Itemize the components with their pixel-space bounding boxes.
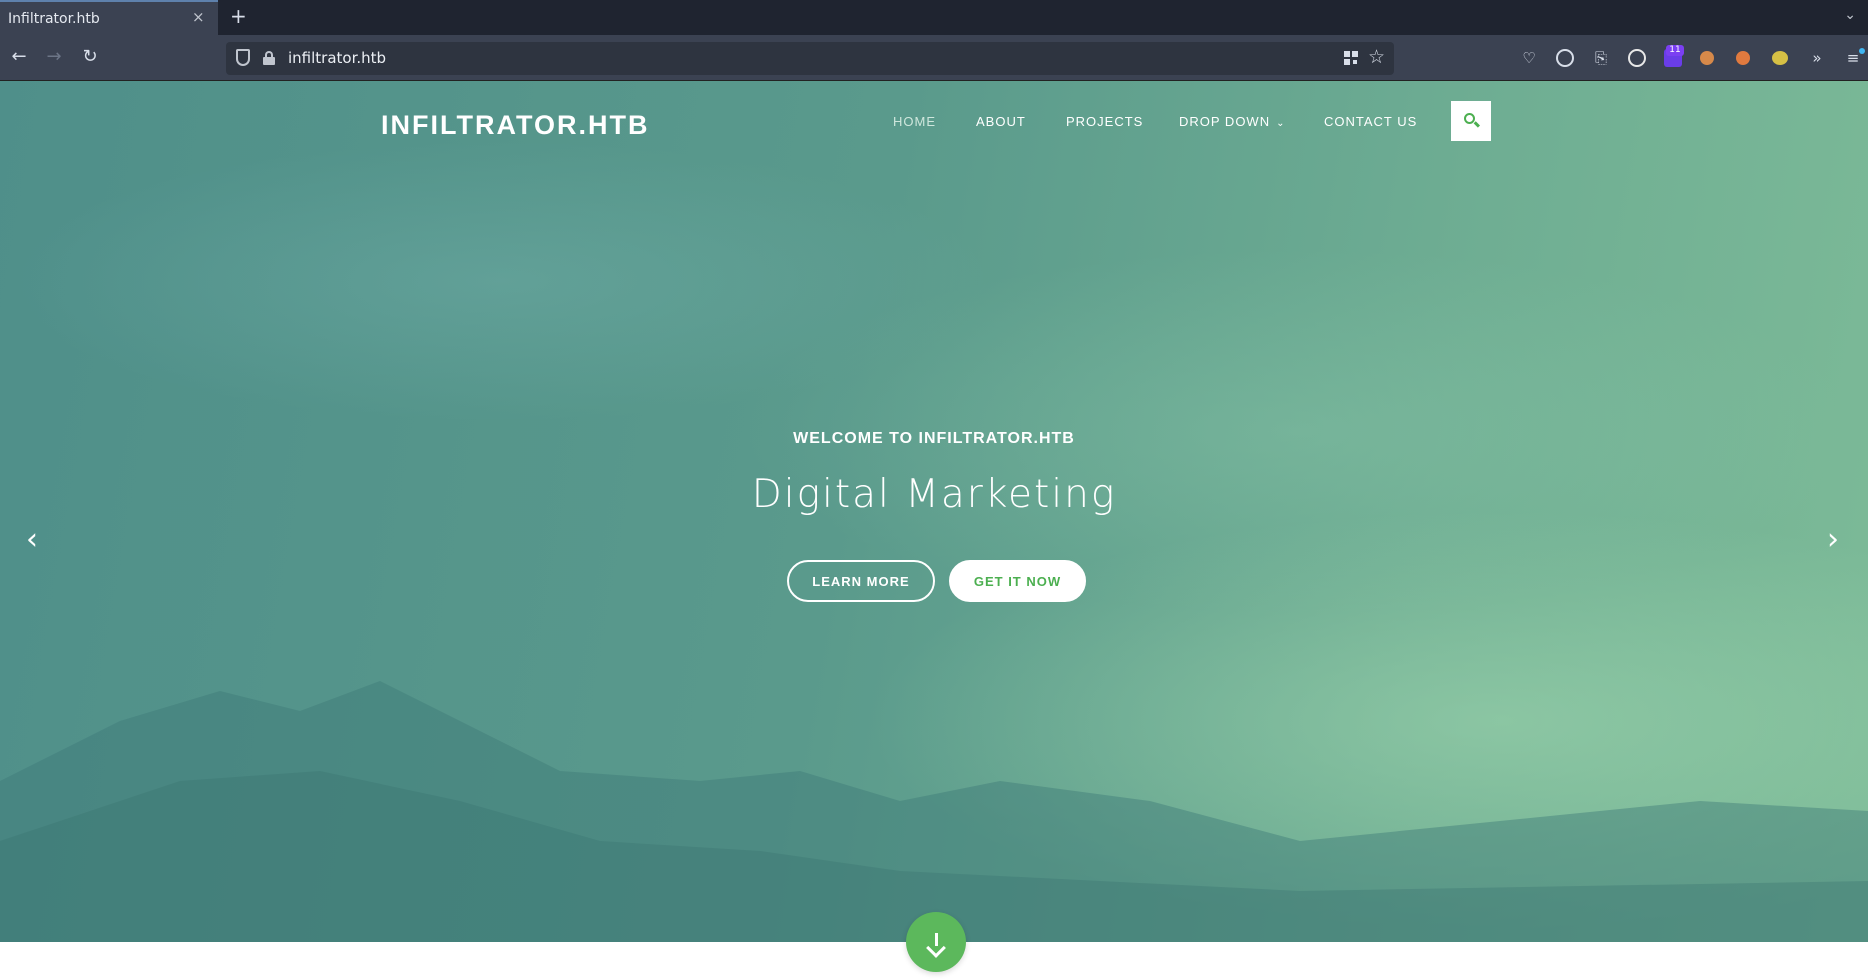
qr-icon[interactable] <box>1344 51 1358 65</box>
extension-eye-icon[interactable] <box>1772 51 1788 65</box>
tab-title: Infiltrator.htb <box>8 11 100 27</box>
get-it-now-button[interactable]: GET IT NOW <box>949 560 1086 602</box>
extension-s-icon[interactable] <box>1628 49 1646 67</box>
hero-headline: Digital Marketing <box>751 472 1117 517</box>
account-icon[interactable] <box>1556 49 1574 67</box>
forward-icon[interactable]: → <box>42 45 66 69</box>
reload-icon[interactable]: ↻ <box>78 45 102 69</box>
pocket-icon[interactable]: ♡ <box>1520 49 1538 67</box>
chevron-left-icon[interactable]: ‹ <box>26 522 38 557</box>
nav-about[interactable]: ABOUT <box>976 114 1026 129</box>
lock-icon[interactable] <box>263 51 275 65</box>
hero-welcome: WELCOME TO INFILTRATOR.HTB <box>793 430 1075 447</box>
nav-contact-us[interactable]: CONTACT US <box>1324 114 1417 129</box>
extension-badge: 11 <box>1666 45 1684 56</box>
update-dot <box>1859 48 1865 54</box>
cookie-icon[interactable] <box>1700 51 1714 65</box>
chevron-down-icon: ⌄ <box>1276 118 1286 129</box>
browser-tab[interactable]: Infiltrator.htb × <box>0 0 218 35</box>
search-button[interactable] <box>1451 101 1491 141</box>
learn-more-button[interactable]: LEARN MORE <box>787 560 935 602</box>
shield-icon[interactable] <box>236 49 250 66</box>
tab-bar: Infiltrator.htb × + ⌄ <box>0 0 1868 35</box>
back-icon[interactable]: ← <box>7 45 31 69</box>
nav-home[interactable]: HOME <box>893 114 936 129</box>
close-tab-icon[interactable]: × <box>192 8 205 26</box>
nav-drop-down[interactable]: DROP DOWN ⌄ <box>1179 114 1286 129</box>
chevron-right-icon[interactable]: › <box>1827 522 1839 557</box>
site-logo[interactable]: INFILTRATOR.HTB <box>381 110 649 141</box>
nav-projects[interactable]: PROJECTS <box>1066 114 1143 129</box>
new-tab-button[interactable]: + <box>230 4 247 28</box>
overflow-menu-icon[interactable]: » <box>1808 49 1826 67</box>
address-bar[interactable]: infiltrator.htb ☆ <box>226 42 1394 75</box>
url-input[interactable]: infiltrator.htb <box>288 49 386 67</box>
extensions-icon[interactable]: ⎘ <box>1592 49 1610 67</box>
list-tabs-icon[interactable]: ⌄ <box>1844 6 1856 23</box>
scroll-down-button[interactable] <box>906 912 966 972</box>
nav-drop-down-label: DROP DOWN <box>1179 114 1271 129</box>
cookie-editor-icon[interactable] <box>1736 51 1750 65</box>
star-icon[interactable]: ☆ <box>1368 46 1385 68</box>
hero-slider: INFILTRATOR.HTB HOME ABOUT PROJECTS DROP… <box>0 81 1868 942</box>
